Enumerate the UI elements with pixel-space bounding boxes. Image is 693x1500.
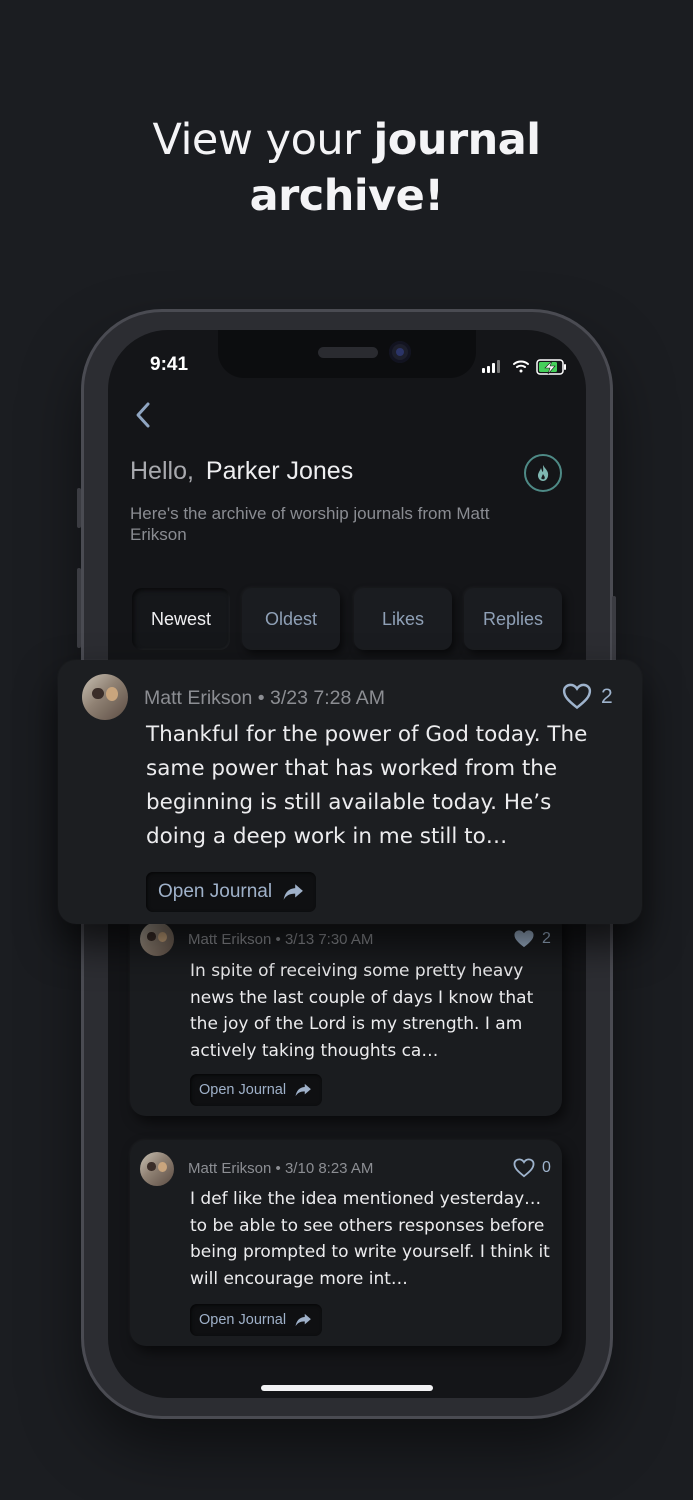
entry-meta: Matt Erikson • 3/13 7:30 AM — [188, 931, 373, 948]
author-name: Matt Erikson — [144, 687, 253, 709]
meta-separator: • — [275, 931, 281, 948]
open-journal-label: Open Journal — [158, 881, 273, 902]
avatar — [140, 922, 174, 956]
entry-timestamp: 3/23 7:28 AM — [270, 687, 385, 709]
author-name: Matt Erikson — [188, 931, 272, 948]
heart-filled-icon — [514, 930, 534, 948]
back-arrow-icon[interactable] — [132, 400, 158, 430]
user-name: Parker Jones — [205, 457, 354, 485]
like-count: 2 — [542, 930, 551, 947]
open-journal-label: Open Journal — [199, 1312, 287, 1328]
meta-separator: • — [257, 687, 265, 709]
battery-icon — [536, 359, 566, 375]
like-button[interactable]: 2 — [562, 683, 613, 710]
signal-icon — [482, 360, 500, 373]
entry-excerpt: I def like the idea mentioned yesterday…… — [190, 1189, 550, 1289]
journal-card: Matt Erikson • 3/13 7:30 AM 2 In spite o… — [130, 910, 562, 1116]
wifi-icon — [513, 360, 529, 373]
entry-excerpt: Thankful for the power of God today. The… — [146, 722, 588, 849]
archive-subtitle: Here's the archive of worship journals f… — [130, 504, 490, 544]
heart-outline-icon — [513, 1158, 535, 1178]
journal-card: Matt Erikson • 3/10 8:23 AM 0 I def like… — [130, 1140, 562, 1346]
status-icons — [482, 359, 566, 375]
entry-timestamp: 3/13 7:30 AM — [284, 931, 374, 948]
entry-timestamp: 3/10 8:23 AM — [284, 1160, 374, 1177]
speaker — [318, 347, 378, 358]
tab-replies[interactable]: Replies — [464, 588, 562, 650]
like-button[interactable]: 0 — [512, 1158, 551, 1178]
home-indicator[interactable] — [261, 1385, 433, 1391]
tab-oldest[interactable]: Oldest — [242, 588, 340, 650]
phone-mute-button — [77, 488, 81, 528]
author-name: Matt Erikson — [188, 1160, 272, 1177]
share-arrow-icon — [283, 884, 303, 900]
tab-likes[interactable]: Likes — [354, 588, 452, 650]
greeting-label: Hello, — [130, 457, 194, 485]
like-count: 0 — [542, 1159, 551, 1176]
open-journal-button[interactable]: Open Journal — [190, 1304, 323, 1336]
headline: View your journal archive! — [0, 112, 693, 224]
entry-meta: Matt Erikson • 3/10 8:23 AM — [188, 1160, 373, 1177]
entry-excerpt: In spite of receiving some pretty heavy … — [190, 961, 534, 1061]
share-arrow-icon — [295, 1083, 311, 1097]
phone-volume-up-button — [77, 568, 81, 648]
heart-outline-icon — [562, 683, 592, 710]
headline-light: View your — [152, 115, 374, 165]
open-journal-button[interactable]: Open Journal — [146, 872, 317, 912]
open-journal-label: Open Journal — [199, 1082, 287, 1098]
sort-tabs: Newest Oldest Likes Replies — [130, 588, 562, 650]
avatar — [140, 1152, 174, 1186]
headline-bold-1: journal — [373, 115, 541, 165]
headline-bold-2: archive! — [249, 171, 444, 221]
streak-button[interactable] — [524, 454, 562, 492]
open-journal-button[interactable]: Open Journal — [190, 1074, 323, 1106]
avatar — [82, 674, 128, 720]
featured-journal-card: Matt Erikson • 3/23 7:28 AM 2 Thankful f… — [58, 660, 642, 924]
tab-newest[interactable]: Newest — [132, 588, 230, 650]
front-camera — [389, 341, 411, 363]
share-arrow-icon — [295, 1313, 311, 1327]
greeting: Hello, Parker Jones — [130, 457, 353, 486]
status-time: 9:41 — [150, 354, 189, 375]
meta-separator: • — [275, 1160, 281, 1177]
like-count: 2 — [601, 684, 613, 708]
flame-icon — [537, 465, 549, 481]
like-button[interactable]: 2 — [512, 929, 551, 949]
entry-meta: Matt Erikson • 3/23 7:28 AM — [144, 687, 385, 710]
